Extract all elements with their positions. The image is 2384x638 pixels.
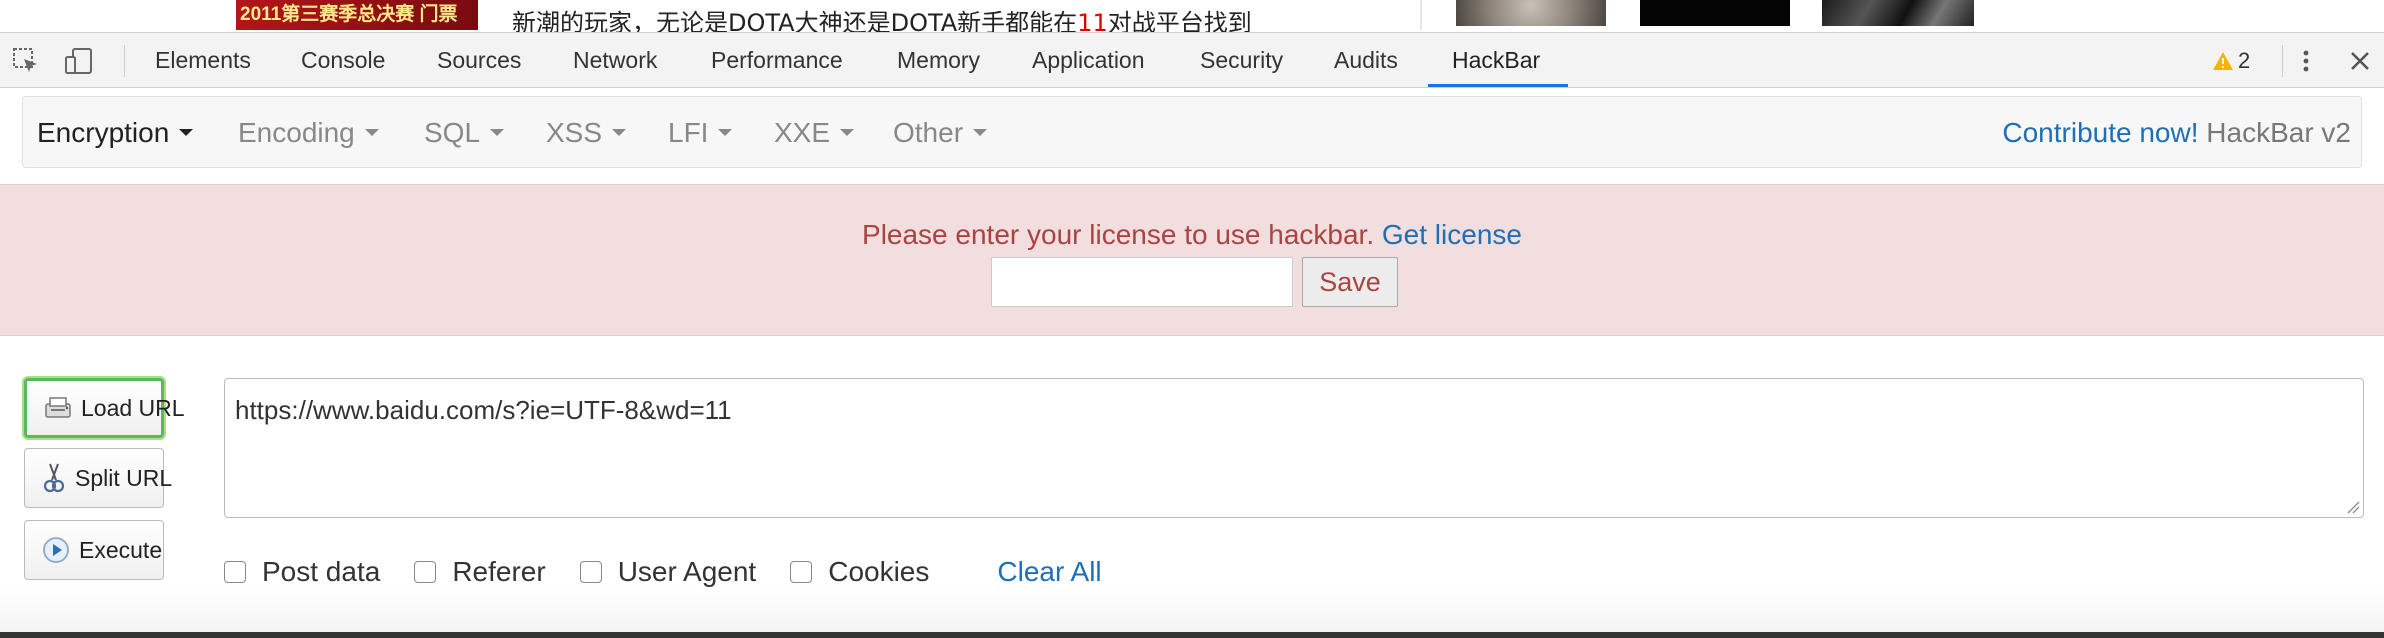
tab-network[interactable]: Network xyxy=(573,33,657,87)
save-license-button[interactable]: Save xyxy=(1302,257,1398,307)
toolbar-separator xyxy=(124,45,125,77)
post-data-label: Post data xyxy=(262,556,381,587)
headline-text-end: 对战平台找到 xyxy=(1107,9,1252,32)
user-agent-option[interactable]: User Agent xyxy=(579,556,757,588)
caret-down-icon xyxy=(490,129,505,137)
window-edge xyxy=(0,632,2384,638)
request-options: Post data Referer User Agent Cookies Cle… xyxy=(224,554,1102,590)
url-textarea[interactable]: https://www.baidu.com/s?ie=UTF-8&wd=11 xyxy=(224,378,2364,518)
tab-sources[interactable]: Sources xyxy=(437,33,521,87)
resize-grip-icon[interactable] xyxy=(2344,498,2360,514)
tab-elements[interactable]: Elements xyxy=(155,33,251,87)
menu-label: SQL xyxy=(424,117,481,148)
web-page-strip: 2011第三赛季总决赛 门票 新潮的玩家，无论是DOTA大神还是DOTA新手都能… xyxy=(0,0,2384,32)
banner-year: 2011 xyxy=(240,4,282,25)
menu-label: Other xyxy=(893,117,964,148)
tab-console[interactable]: Console xyxy=(301,33,385,87)
devtools-tabbar: Elements Console Sources Network Perform… xyxy=(0,32,2384,88)
execute-label: Execute xyxy=(79,536,163,563)
menu-sql[interactable]: SQL xyxy=(424,97,505,169)
tab-application[interactable]: Application xyxy=(1032,33,1145,87)
referer-option[interactable]: Referer xyxy=(414,556,546,588)
hackbar-header: Encryption Encoding SQL XSS LFI XXE Othe… xyxy=(0,88,2384,184)
more-options-icon[interactable] xyxy=(2292,47,2320,75)
headline-highlight: 11 xyxy=(1077,9,1108,32)
news-headline[interactable]: 新潮的玩家，无论是DOTA大神还是DOTA新手都能在11对战平台找到 xyxy=(512,3,1252,32)
menu-encryption[interactable]: Encryption xyxy=(37,97,194,169)
device-toggle-icon[interactable] xyxy=(64,47,92,75)
clear-all-link[interactable]: Clear All xyxy=(997,556,1101,588)
caret-down-icon xyxy=(718,129,733,137)
promo-banner[interactable]: 2011第三赛季总决赛 门票 xyxy=(236,0,478,30)
menu-label: Encoding xyxy=(238,117,355,148)
menu-label: XXE xyxy=(774,117,831,148)
user-agent-label: User Agent xyxy=(617,556,757,587)
panel-footer xyxy=(0,588,2384,638)
inspect-element-icon[interactable] xyxy=(12,47,40,75)
divider xyxy=(1420,0,1422,30)
tab-audits[interactable]: Audits xyxy=(1334,33,1398,87)
tab-security[interactable]: Security xyxy=(1200,33,1283,87)
tab-hackbar[interactable]: HackBar xyxy=(1452,33,1540,87)
menu-other[interactable]: Other xyxy=(893,97,988,169)
tab-performance[interactable]: Performance xyxy=(711,33,843,87)
warning-count: 2 xyxy=(2238,48,2251,73)
hackbar-menu-bar: Encryption Encoding SQL XSS LFI XXE Othe… xyxy=(22,96,2362,168)
execute-button[interactable]: Execute xyxy=(24,520,164,580)
menu-encoding[interactable]: Encoding xyxy=(238,97,379,169)
thumbnail-image[interactable] xyxy=(1822,0,1974,26)
menu-lfi[interactable]: LFI xyxy=(668,97,733,169)
version-label: HackBar v2 xyxy=(2206,117,2351,148)
warning-icon xyxy=(2213,52,2233,70)
caret-down-icon xyxy=(973,129,988,137)
load-url-icon xyxy=(43,393,73,423)
license-alert: Please enter your license to use hackbar… xyxy=(0,184,2384,336)
license-message-text: Please enter your license to use hackbar… xyxy=(862,219,1375,250)
tab-memory[interactable]: Memory xyxy=(897,33,980,87)
contribute-link[interactable]: Contribute now! xyxy=(2002,117,2198,148)
load-url-button[interactable]: Load URL xyxy=(24,378,185,438)
cookies-checkbox[interactable] xyxy=(790,561,813,583)
referer-checkbox[interactable] xyxy=(414,561,437,583)
warnings-indicator[interactable]: 2 xyxy=(2212,47,2250,75)
play-icon xyxy=(41,535,71,565)
referer-label: Referer xyxy=(452,556,546,587)
caret-down-icon xyxy=(840,129,855,137)
contribute-area: Contribute now! HackBar v2 xyxy=(2002,97,2351,169)
caret-down-icon xyxy=(179,129,194,137)
banner-text: 第三赛季总决赛 门票 xyxy=(281,4,458,25)
split-url-label: Split URL xyxy=(75,464,173,491)
menu-label: Encryption xyxy=(37,117,170,148)
toolbar-separator xyxy=(2282,45,2283,77)
menu-xxe[interactable]: XXE xyxy=(774,97,855,169)
license-message: Please enter your license to use hackbar… xyxy=(0,219,2384,251)
post-data-checkbox[interactable] xyxy=(224,561,246,583)
thumbnail-image[interactable] xyxy=(1456,0,1606,26)
cookies-option[interactable]: Cookies xyxy=(790,556,929,588)
thumbnail-image[interactable] xyxy=(1640,0,1790,26)
menu-xss[interactable]: XSS xyxy=(546,97,627,169)
close-icon[interactable] xyxy=(2346,47,2374,75)
split-url-button[interactable]: Split URL xyxy=(24,448,172,508)
menu-label: XSS xyxy=(546,117,603,148)
active-tab-indicator xyxy=(1428,84,1568,87)
get-license-link[interactable]: Get license xyxy=(1382,219,1522,250)
caret-down-icon xyxy=(612,129,627,137)
license-input[interactable] xyxy=(991,257,1293,307)
headline-text: 新潮的玩家，无论是DOTA大神还是DOTA新手都能在 xyxy=(512,9,1078,32)
cookies-label: Cookies xyxy=(828,556,930,587)
user-agent-checkbox[interactable] xyxy=(579,561,602,583)
post-data-option[interactable]: Post data xyxy=(224,556,380,588)
menu-label: LFI xyxy=(668,117,709,148)
caret-down-icon xyxy=(364,129,379,137)
load-url-label: Load URL xyxy=(81,394,185,421)
scissors-icon xyxy=(41,463,67,493)
